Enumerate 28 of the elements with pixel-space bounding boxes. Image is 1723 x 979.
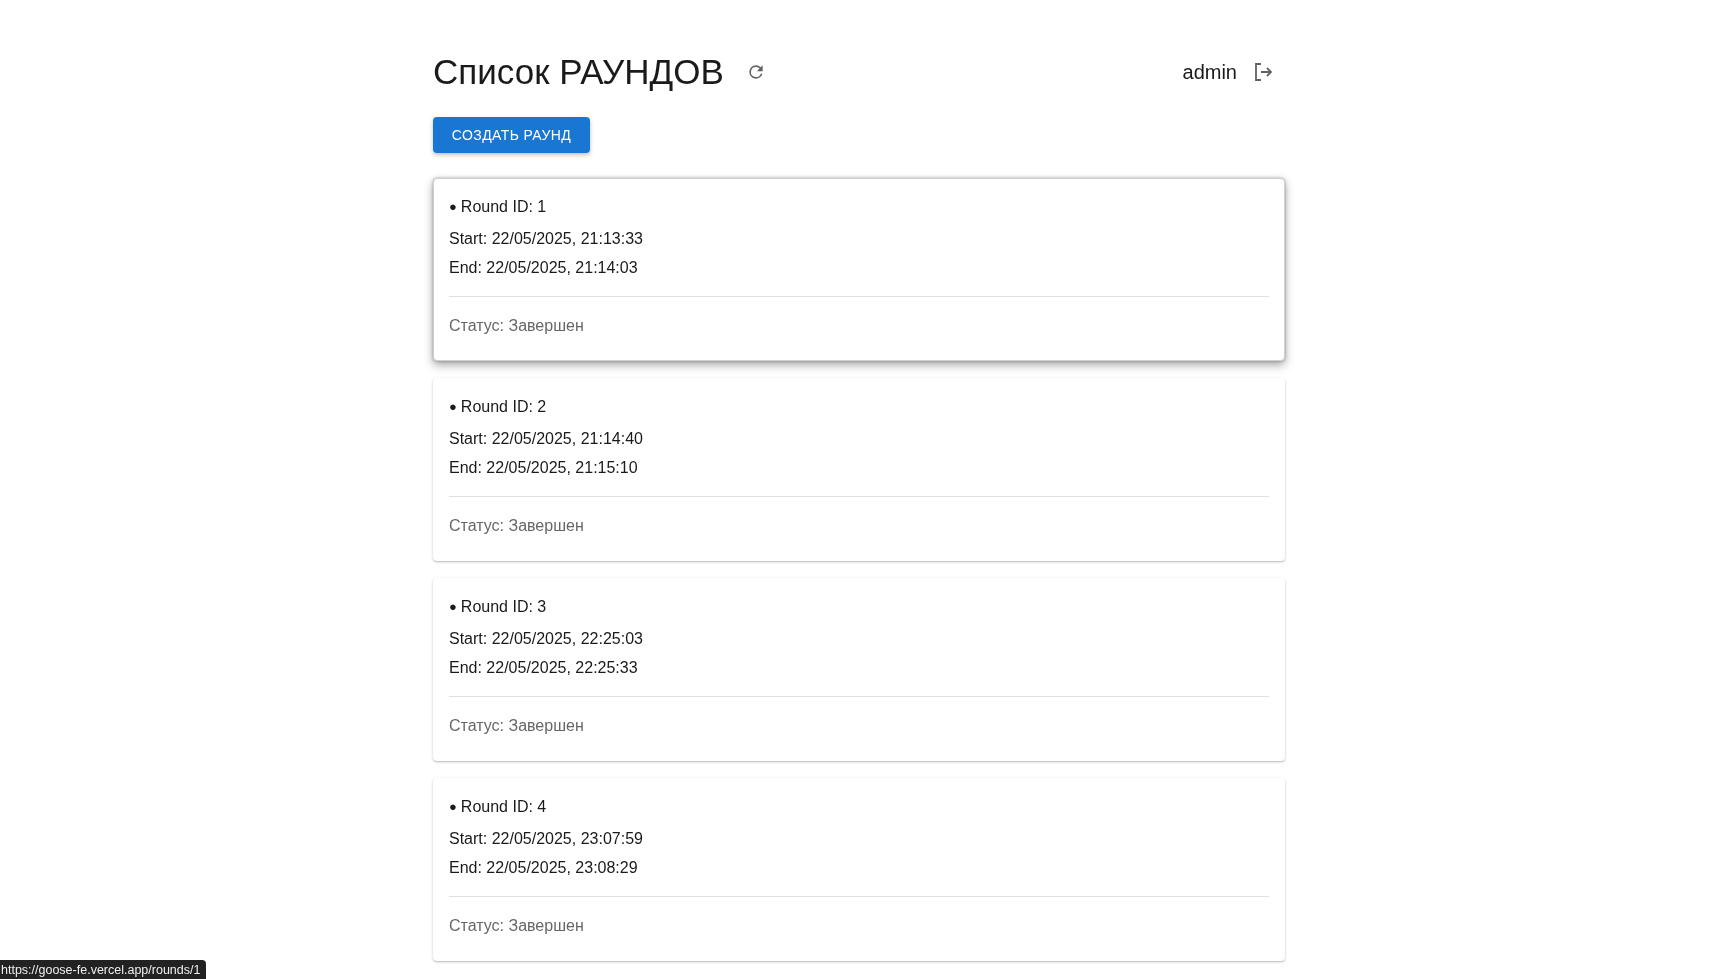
create-round-button[interactable]: СОЗДАТЬ РАУНД [433, 117, 590, 153]
bullet-icon: ● [449, 796, 457, 818]
start-time: Start: 22/05/2025, 23:07:59 [449, 829, 644, 849]
round-id: Round ID: 1 [460, 197, 547, 217]
round-id: Round ID: 3 [460, 597, 547, 617]
start-time: Start: 22/05/2025, 21:13:33 [449, 229, 644, 249]
round-status: Статус: Завершен [449, 716, 585, 736]
round-status: Статус: Завершен [449, 516, 585, 536]
bullet-icon: ● [449, 596, 457, 618]
start-time: Start: 22/05/2025, 22:25:03 [449, 629, 644, 649]
end-time: End: 22/05/2025, 23:08:29 [449, 858, 639, 878]
link-preview: https://goose-fe.vercel.app/rounds/1 [0, 960, 207, 979]
page-title: Список РАУНДОВ [433, 52, 724, 92]
username: admin [1182, 60, 1237, 84]
round-status: Статус: Завершен [449, 916, 585, 936]
round-card[interactable]: ● Round ID: 2 Start: 22/05/2025, 21:14:40 End: 22/05/2025, 21:15:10 Статус: Завершен [433, 378, 1285, 561]
round-card[interactable]: ● Round ID: 1 Start: 22/05/2025, 21:13:33 End: 22/05/2025, 21:14:03 Статус: Завершен [433, 178, 1285, 361]
bullet-icon: ● [449, 396, 457, 418]
start-time: Start: 22/05/2025, 21:14:40 [449, 429, 644, 449]
round-id: Round ID: 4 [460, 797, 547, 817]
end-time: End: 22/05/2025, 21:15:10 [449, 458, 639, 478]
round-card[interactable]: ● Round ID: 3 Start: 22/05/2025, 22:25:03 End: 22/05/2025, 22:25:33 Статус: Завершен [433, 578, 1285, 761]
bullet-icon: ● [449, 196, 457, 218]
end-time: End: 22/05/2025, 22:25:33 [449, 658, 639, 678]
round-card[interactable]: ● Round ID: 4 Start: 22/05/2025, 23:07:59 End: 22/05/2025, 23:08:29 Статус: Завершен [433, 778, 1285, 961]
round-id: Round ID: 2 [460, 397, 547, 417]
round-status: Статус: Завершен [449, 316, 585, 336]
end-time: End: 22/05/2025, 21:14:03 [449, 258, 639, 278]
